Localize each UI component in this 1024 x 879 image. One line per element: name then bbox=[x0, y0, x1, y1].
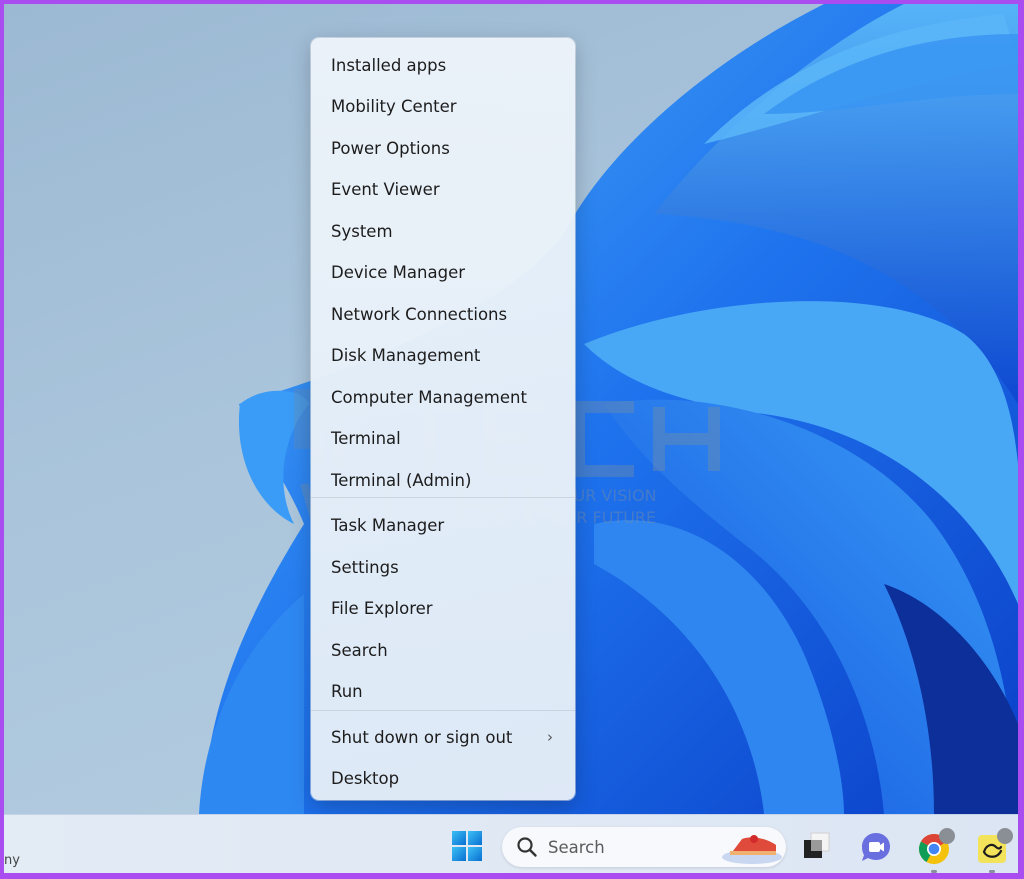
search-icon bbox=[517, 837, 537, 857]
menu-item-event-viewer[interactable]: Event Viewer bbox=[315, 171, 571, 207]
profile-avatar-badge bbox=[997, 828, 1013, 844]
menu-item-run[interactable]: Run bbox=[315, 673, 571, 709]
menu-item-label: Network Connections bbox=[331, 304, 508, 324]
menu-item-label: Installed apps bbox=[331, 55, 447, 75]
winx-context-menu: Installed apps Mobility Center Power Opt… bbox=[311, 38, 575, 800]
menu-item-computer-management[interactable]: Computer Management bbox=[315, 379, 571, 415]
teams-meet-button[interactable] bbox=[859, 830, 893, 864]
menu-item-label: Power Options bbox=[331, 138, 450, 158]
menu-item-label: Task Manager bbox=[331, 515, 445, 535]
search-label: Search bbox=[548, 837, 605, 857]
taskbar-search-box[interactable]: Search bbox=[502, 827, 786, 867]
chrome-icon bbox=[918, 828, 955, 864]
menu-item-device-manager[interactable]: Device Manager bbox=[315, 254, 571, 290]
task-view-button[interactable] bbox=[801, 830, 833, 862]
menu-item-desktop[interactable]: Desktop bbox=[315, 760, 571, 796]
windows-logo-icon bbox=[452, 831, 482, 861]
menu-item-mobility-center[interactable]: Mobility Center bbox=[315, 88, 571, 124]
screen-frame: YOUR VISION OUR FUTURE Installed apps Mo… bbox=[4, 4, 1018, 873]
menu-item-label: Run bbox=[331, 681, 363, 701]
menu-item-label: Shut down or sign out bbox=[331, 727, 513, 747]
running-indicator bbox=[989, 870, 995, 873]
running-indicator bbox=[931, 870, 937, 873]
menu-separator bbox=[311, 497, 575, 498]
video-chat-icon bbox=[862, 833, 890, 861]
chrome-button[interactable] bbox=[916, 827, 956, 873]
menu-item-network-connections[interactable]: Network Connections bbox=[315, 296, 571, 332]
menu-item-installed-apps[interactable]: Installed apps bbox=[315, 47, 571, 83]
menu-item-label: Computer Management bbox=[331, 387, 527, 407]
menu-item-terminal[interactable]: Terminal bbox=[315, 420, 571, 456]
menu-item-shut-down-or-sign-out[interactable]: Shut down or sign out › bbox=[315, 719, 571, 755]
menu-item-label: Disk Management bbox=[331, 345, 481, 365]
menu-item-label: Search bbox=[331, 640, 388, 660]
menu-item-system[interactable]: System bbox=[315, 213, 571, 249]
menu-item-file-explorer[interactable]: File Explorer bbox=[315, 590, 571, 626]
menu-item-label: Settings bbox=[331, 557, 399, 577]
menu-item-settings[interactable]: Settings bbox=[315, 549, 571, 585]
start-button[interactable] bbox=[451, 830, 483, 862]
menu-item-label: Terminal bbox=[331, 428, 401, 448]
profile-avatar-badge bbox=[939, 828, 955, 844]
task-view-icon bbox=[804, 832, 830, 858]
basecamp-icon bbox=[978, 828, 1013, 863]
menu-item-terminal-admin[interactable]: Terminal (Admin) bbox=[315, 462, 571, 498]
menu-item-label: File Explorer bbox=[331, 598, 433, 618]
menu-item-label: Terminal (Admin) bbox=[331, 470, 472, 490]
menu-item-label: System bbox=[331, 221, 393, 241]
menu-item-label: Event Viewer bbox=[331, 179, 440, 199]
weather-widget-text[interactable]: ny bbox=[4, 853, 20, 868]
menu-item-label: Mobility Center bbox=[331, 96, 457, 116]
menu-separator bbox=[311, 710, 575, 711]
chevron-right-icon: › bbox=[547, 728, 553, 746]
cherry-pie-icon bbox=[722, 835, 782, 864]
menu-item-search[interactable]: Search bbox=[315, 632, 571, 668]
menu-item-label: Desktop bbox=[331, 768, 400, 788]
menu-item-disk-management[interactable]: Disk Management bbox=[315, 337, 571, 373]
taskbar: ny Search bbox=[4, 814, 1018, 873]
menu-item-label: Device Manager bbox=[331, 262, 465, 282]
menu-item-task-manager[interactable]: Task Manager bbox=[315, 507, 571, 543]
menu-item-power-options[interactable]: Power Options bbox=[315, 130, 571, 166]
basecamp-button[interactable] bbox=[974, 827, 1014, 873]
